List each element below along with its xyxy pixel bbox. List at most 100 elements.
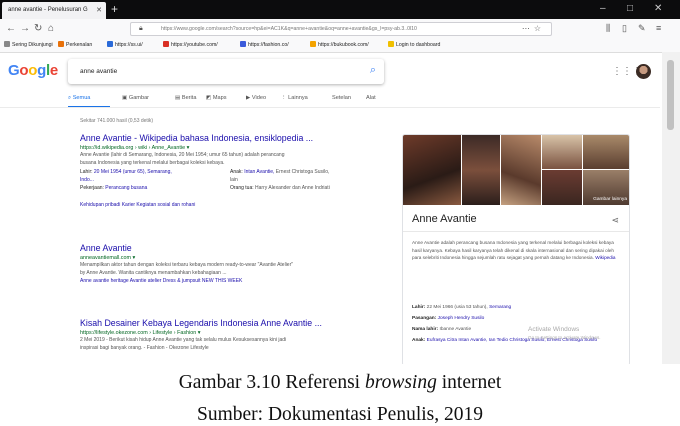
fact-link[interactable]: Joseph Hendry Susilo [438, 316, 485, 321]
tab-tools[interactable]: Alat [366, 95, 376, 101]
page-icon [107, 41, 113, 47]
page-actions-icon[interactable]: ⋯☆ [522, 24, 545, 33]
wikipedia-link[interactable]: Wikipedia [595, 255, 615, 260]
fact-label: Pekerjaan: [80, 185, 104, 191]
tab-all[interactable]: ⌕ Semua [68, 95, 90, 102]
fact-link[interactable]: Semarang, [147, 169, 171, 175]
figure-caption: Gambar 3.10 Referensi browsing internet [0, 372, 680, 394]
library-icon[interactable]: ⫼ [606, 23, 610, 34]
fact-label: Nama lahir: [412, 327, 439, 332]
result-snippet-line: by Anne Avantie. Wanita cantiknya menamb… [80, 269, 227, 276]
bookmark-item[interactable]: Perkenalan [58, 41, 92, 48]
forward-icon[interactable]: → [20, 22, 30, 35]
fact-label: Lahir: [412, 305, 426, 310]
result-title[interactable]: Anne Avantie - Wikipedia bahasa Indonesi… [80, 133, 380, 144]
bookmark-item[interactable]: Login to dashboard [388, 41, 440, 48]
sidebar-icon[interactable]: ▯ [622, 23, 627, 34]
search-box[interactable]: anne avantie ⌕ [68, 59, 384, 84]
fact-label: Anak: [412, 338, 426, 343]
search-input[interactable]: anne avantie [80, 68, 117, 75]
extension-icon[interactable]: ✎ [638, 23, 646, 34]
page-icon [310, 41, 316, 47]
avatar[interactable] [636, 64, 651, 79]
result-snippet-line: Menampilkan aktor tahun dengan koleksi t… [80, 262, 294, 268]
bookmark-item[interactable]: Sering Dikunjungi [4, 41, 53, 48]
google-logo[interactable]: Google [8, 62, 58, 79]
fact-link[interactable]: Indo... [80, 177, 94, 185]
logo-letter: g [37, 62, 46, 79]
result-url[interactable]: anneavantiemall.com ▾ [80, 254, 380, 262]
fact-label: Lahir: [80, 169, 93, 175]
result-snippet-line: busana Indonesia yang terkenal melalui b… [80, 159, 225, 166]
portrait-photo[interactable] [403, 135, 461, 205]
share-icon[interactable]: ⋖ [611, 215, 619, 226]
home-icon[interactable]: ⌂ [48, 22, 54, 35]
menu-icon[interactable]: ≡ [656, 23, 661, 34]
caption-emphasis: browsing [364, 372, 437, 393]
bookmark-item[interactable]: https://bukubook.com/ [310, 41, 369, 48]
caption-text: internet [436, 372, 502, 393]
tab-more[interactable]: ⋮ Lainnya [281, 95, 308, 101]
gallery-photo[interactable] [542, 135, 582, 169]
gallery-photo[interactable] [501, 135, 541, 205]
result-snippet-line: inspirasi bagi banyak orang. - Fashion -… [80, 344, 209, 351]
gallery-photo[interactable] [462, 135, 500, 205]
fact-label: Anak: [230, 169, 243, 175]
photo-strip[interactable]: Gambar lainnya [403, 135, 629, 205]
result-url[interactable]: https://id.wikipedia.org › wiki › Anne_A… [80, 144, 380, 152]
caption-text: Gambar 3.10 Referensi [178, 372, 365, 393]
search-icon[interactable]: ⌕ [370, 64, 376, 77]
browser-tab[interactable]: anne avantie - Penelusuran G ✕ [2, 2, 106, 19]
fact-value: Harry Alexander dan Anne Indriati [255, 185, 330, 191]
minimize-icon[interactable]: – [600, 3, 606, 15]
address-bar[interactable]: 🔒︎ https://www.google.com/search?source=… [130, 22, 552, 36]
bookmark-item[interactable]: https://ss.ui/ [107, 41, 143, 48]
panel-title: Anne Avantie [412, 213, 477, 225]
reload-icon[interactable]: ↻ [34, 22, 42, 35]
new-tab-icon[interactable]: + [111, 2, 118, 16]
fact-link[interactable]: 20 Mei 1954 (umur 65), [94, 169, 146, 175]
page-icon [240, 41, 246, 47]
window-close-icon[interactable]: ✕ [654, 3, 662, 15]
image-icon: ▣ [122, 95, 129, 101]
url-text: https://www.google.com/search?source=hp&… [161, 26, 417, 32]
scrollbar-thumb[interactable] [667, 60, 674, 130]
more-images-link[interactable]: Gambar lainnya [593, 197, 627, 202]
tabs-divider [0, 107, 660, 108]
map-icon: ◩ [206, 95, 213, 101]
maximize-icon[interactable]: □ [627, 3, 633, 15]
news-icon: ▤ [175, 95, 182, 101]
scrollbar[interactable] [662, 52, 680, 364]
watermark-title: Activate Windows [528, 326, 580, 333]
search-result: Anne Avantie - Wikipedia bahasa Indonesi… [80, 133, 380, 209]
fact-link[interactable]: Intan Avantie, [244, 169, 274, 175]
tab-news[interactable]: ▤ Berita [175, 95, 196, 101]
result-sitelinks[interactable]: Anne avantie heritage Avantie atelier Dr… [80, 277, 380, 285]
page-icon [388, 41, 394, 47]
tab-images[interactable]: ▣ Gambar [122, 95, 149, 101]
browser-screenshot: anne avantie - Penelusuran G ✕ + – □ ✕ ←… [0, 0, 680, 364]
gallery-photo[interactable] [583, 135, 629, 169]
gear-icon [4, 41, 10, 47]
result-sitelinks[interactable]: Kehidupan pribadi Karier Kegiatan sosial… [80, 201, 380, 209]
page-icon [163, 41, 169, 47]
result-title[interactable]: Anne Avantie [80, 243, 380, 254]
bookmark-item[interactable]: https://youtube.com/ [163, 41, 218, 48]
fact-link[interactable]: Semarang [489, 305, 511, 310]
bookmark-item[interactable]: https://fashion.co/ [240, 41, 289, 48]
tab-maps[interactable]: ◩ Maps [206, 95, 227, 101]
tab-close-icon[interactable]: ✕ [96, 6, 102, 14]
activation-watermark: Activate Windows Go to Settings to activ… [528, 326, 601, 342]
tab-settings[interactable]: Setelan [332, 95, 351, 101]
fact-label: Pasangan: [412, 316, 437, 321]
tab-title: anne avantie - Penelusuran G [8, 7, 88, 13]
result-title[interactable]: Kisah Desainer Kebaya Legendaris Indones… [80, 318, 380, 329]
logo-letter: e [49, 62, 58, 79]
search-result: Kisah Desainer Kebaya Legendaris Indones… [80, 318, 380, 352]
back-icon[interactable]: ← [6, 22, 16, 35]
panel-fact: Pasangan: Joseph Hendry Susilo [412, 313, 624, 324]
result-url[interactable]: https://lifestyle.okezone.com › Lifestyl… [80, 329, 380, 337]
gallery-photo[interactable] [542, 170, 582, 205]
fact-link[interactable]: Perancang busana [105, 185, 147, 191]
tab-video[interactable]: ▶ Video [246, 95, 266, 101]
